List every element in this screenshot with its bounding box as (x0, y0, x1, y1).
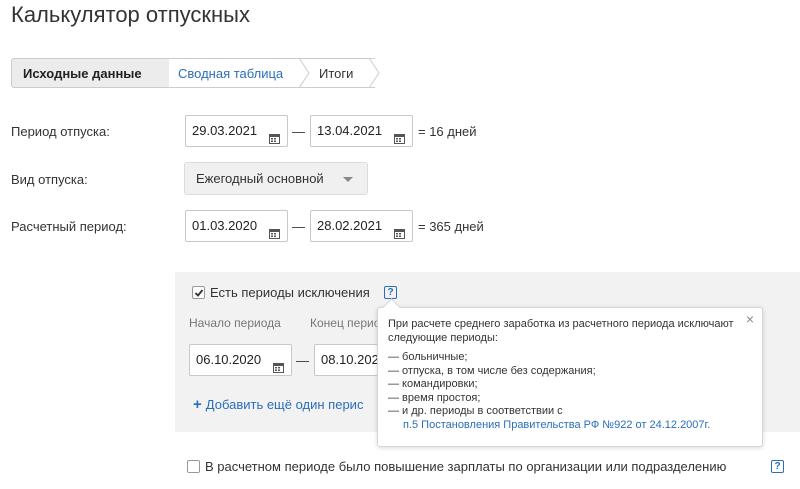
step-results[interactable]: Итоги (309, 58, 375, 88)
calc-start-date-value: 01.03.2020 (192, 218, 258, 233)
calendar-icon[interactable] (273, 354, 284, 373)
exclusions-checkbox[interactable] (192, 286, 205, 299)
page-title: Калькулятор отпускных (11, 2, 250, 27)
exclusion-end-label: Конец перио (310, 316, 381, 330)
salary-increase-help-icon[interactable]: ? (771, 460, 784, 473)
calc-start-date-input[interactable]: 01.03.2020 (185, 210, 288, 242)
vacation-period-dash: — (292, 124, 305, 139)
tooltip-item: — отпуска, в том числе без содержания; (388, 364, 596, 377)
calendar-icon[interactable] (269, 220, 280, 239)
vacation-end-date-value: 13.04.2021 (317, 123, 383, 138)
salary-increase-label[interactable]: В расчетном периоде было повышение зарпл… (205, 459, 726, 474)
calc-days-result: = 365 дней (418, 219, 484, 234)
add-exclusion-link[interactable]: + Добавить ещё один перис (193, 396, 363, 413)
calc-period-label: Расчетный период: (11, 219, 127, 234)
vacation-end-date-input[interactable]: 13.04.2021 (310, 115, 413, 147)
chevron-down-icon (343, 177, 353, 182)
exclusion-start-label: Начало периода (189, 316, 281, 330)
exclusions-help-tooltip: × При расчете среднего заработка из расч… (377, 307, 763, 447)
exclusions-checkbox-label[interactable]: Есть периоды исключения (210, 285, 370, 300)
step-summary-table[interactable]: Сводная таблица (169, 58, 311, 88)
exclusion-period-dash: — (296, 353, 309, 368)
vacation-start-date-input[interactable]: 29.03.2021 (185, 115, 288, 147)
calendar-icon[interactable] (394, 220, 405, 239)
calc-end-date-input[interactable]: 28.02.2021 (310, 210, 413, 242)
calendar-icon[interactable] (269, 125, 280, 144)
tooltip-regulation-link[interactable]: п.5 Постановления Правительства РФ №922 … (388, 419, 752, 433)
plus-icon: + (193, 396, 202, 413)
add-exclusion-label: Добавить ещё один перис (205, 397, 364, 412)
vacation-start-date-value: 29.03.2021 (192, 123, 258, 138)
exclusions-help-icon[interactable]: ? (384, 286, 397, 299)
step-end-icon (369, 58, 381, 88)
calc-end-date-value: 28.02.2021 (317, 218, 383, 233)
calc-period-dash: — (292, 219, 305, 234)
close-icon[interactable]: × (746, 312, 754, 327)
exclusion-start-date-input[interactable]: 06.10.2020 (189, 344, 292, 376)
vacation-type-label: Вид отпуска: (11, 172, 88, 187)
tooltip-item: — командировки; (388, 378, 478, 390)
vacation-period-label: Период отпуска: (11, 124, 110, 139)
step-source-data[interactable]: Исходные данные (11, 58, 178, 88)
exclusion-end-date-value: 08.10.202 (321, 352, 379, 367)
vacation-type-value: Ежегодный основной (196, 171, 324, 186)
tooltip-item: — и др. периоды в соответствии с (388, 405, 563, 417)
exclusion-start-date-value: 06.10.2020 (196, 352, 262, 367)
tooltip-item: — время простоя; (388, 391, 481, 404)
salary-increase-checkbox[interactable] (187, 460, 200, 473)
calendar-icon[interactable] (394, 125, 405, 144)
tooltip-item: — больничные; (388, 351, 468, 363)
tooltip-intro: При расчете среднего заработка из расчет… (388, 318, 734, 344)
vacation-days-result: = 16 дней (418, 124, 477, 139)
vacation-type-select[interactable]: Ежегодный основной (184, 162, 368, 195)
